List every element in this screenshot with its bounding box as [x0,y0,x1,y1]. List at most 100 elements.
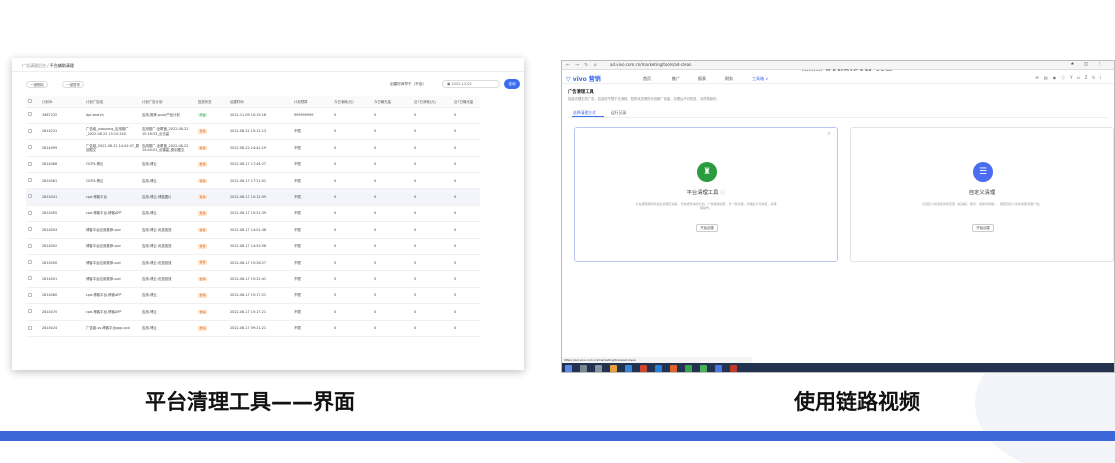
bottom-accent-bar [0,431,1115,441]
checkbox[interactable] [28,128,32,133]
status-cell: 暂停 [196,139,228,157]
table-row[interactable]: 2814099 广告组_2022-08-22 14:41:07_原创图文 应用推广-… [26,139,480,157]
row-select-cell[interactable] [26,254,40,272]
browser-nav-icons[interactable]: ← → ↻ ⌂ [566,63,598,68]
row-select-cell[interactable] [26,156,40,174]
row-select-cell[interactable] [26,188,40,206]
table-row[interactable]: 2814001 博客平台应用推荐-cpd 应用-博云-优选投放 暂停 2022-08-1… [26,270,480,288]
table-row[interactable]: 3487232 dpi-search 应用-推荐-push产品计划 开启 2022-11… [26,107,480,124]
table-row[interactable]: 2814002 博客平台应用推荐-cpd 应用-博云-优选投放 暂停 2022-08-1… [26,238,480,256]
start-icon[interactable] [565,365,572,372]
status-badge: 暂停 [198,276,208,282]
date-filter-label: 创建时间早于（不含） [390,82,426,86]
header-select-all[interactable] [26,96,40,108]
row-select-cell[interactable] [26,123,40,141]
row-select-cell[interactable] [26,172,40,190]
start-button[interactable]: 开始创建 [972,224,994,232]
divider [568,117,1108,118]
excel-icon[interactable] [685,365,692,372]
checkbox[interactable] [28,112,32,117]
nav-toolbox[interactable]: 工具箱 ∨ [752,76,768,82]
doc-icon[interactable]: ▤ [1044,75,1053,80]
checkbox[interactable] [28,194,32,199]
tab-run-records[interactable]: 运行记录 [611,110,626,116]
checkbox[interactable] [28,276,32,281]
info-icon[interactable]: ⓘ [720,190,725,196]
cell-created: 2022-08-17 09:21:21 [228,320,292,337]
wechat-icon[interactable] [700,365,707,372]
checkbox[interactable] [28,145,32,150]
browser-menu-icons[interactable]: ★ ◫ ⋮ [1070,62,1106,67]
checkbox[interactable] [28,292,32,297]
batch-pause-button[interactable]: 一键暂停 [62,81,84,88]
task-view-icon[interactable] [595,365,602,372]
row-select-cell[interactable] [26,221,40,239]
nav-promotion[interactable]: 推广 [672,76,680,82]
cell-c1: 0 [332,238,372,256]
table-row[interactable]: 2814041 cpd-博客平台 应用-博云-博蓝图片 暂停 2022-08-17 15… [26,188,480,206]
row-select-cell[interactable] [26,107,40,124]
start-button[interactable]: 开始创建 [696,224,718,232]
cell-budget: 不限 [292,123,332,141]
row-select-cell[interactable] [26,139,40,157]
cell-c2: 0 [372,238,412,256]
row-select-cell[interactable] [26,287,40,305]
row-select-cell[interactable] [26,205,40,223]
cell-c1: 0 [332,221,372,239]
batch-delete-button[interactable]: 一键删除 [26,81,48,88]
checkbox[interactable] [28,161,32,166]
row-select-cell[interactable] [26,238,40,256]
nav-home[interactable]: 首页 [643,76,651,82]
cell-c2: 0 [372,107,412,124]
query-button[interactable]: 查询 [504,79,520,89]
powerpoint-icon[interactable] [670,365,677,372]
header-icons[interactable]: ✉▤◉ⓘYuZhi [1035,75,1106,81]
cell-plan: 应用-博云 [140,156,196,174]
table-row[interactable]: 2814005 cpd-博客平台-博客APP 应用-博云 暂停 2022-08-17 1… [26,205,480,223]
checkbox[interactable] [28,260,32,264]
checkbox[interactable] [28,178,32,183]
help-icon[interactable]: ⓘ [1061,75,1070,80]
notification-icon[interactable]: ◉ [1053,75,1062,80]
checkbox[interactable] [28,243,32,248]
row-select-cell[interactable] [26,320,40,337]
date-input[interactable]: ▣ 2022-12-02 [442,80,500,88]
vivo-logo-icon: ▽ [566,76,573,83]
checkbox[interactable] [28,227,32,232]
nav-report[interactable]: 报表 [698,76,706,82]
message-icon[interactable]: ✉ [1035,75,1043,80]
checkbox[interactable] [28,325,32,330]
user-name[interactable]: YuZhi [1070,75,1106,80]
platform-clean-card[interactable]: × ♜ 平台清理工具 ⓘ 平台按照规则筛选出长期无消耗、无效或暂停的计划、广告组… [574,127,838,262]
checkbox[interactable] [28,210,32,215]
close-icon[interactable]: × [827,131,831,137]
table-row[interactable]: 2814080 cpd-博客平台-博客APP 应用-博云 暂停 2022-08-17 1… [26,287,480,305]
checkbox[interactable] [28,309,32,314]
table-row[interactable]: 2814066 OCPX-博云 应用-博云 暂停 2022-08-17 17:44:27… [26,156,480,174]
breadcrumb-parent[interactable]: 广告清理后台 [22,63,46,68]
word-icon[interactable] [655,365,662,372]
nav-finance[interactable]: 财务 [725,76,733,82]
table-row[interactable]: 2814003 博客平台应用推荐-cpd 应用-博云-优选投放 暂停 2022-08-1… [26,221,480,239]
status-cell: 暂停 [196,303,228,321]
search-icon[interactable] [580,365,587,372]
folder-icon[interactable] [610,365,617,372]
browser-icon[interactable] [715,365,722,372]
table-row[interactable]: 2814061 OCPX-博云 应用-博云 暂停 2022-08-17 17:21:01… [26,172,480,190]
checkbox[interactable] [28,98,32,103]
app-icon[interactable] [640,365,647,372]
column-header: 近7日曝光量 [452,96,480,108]
record-icon[interactable] [730,365,737,372]
row-select-cell[interactable] [26,303,40,321]
table-row[interactable]: 2814231 广告组_xiaoyang_应用推广_2022-08-22 15:1… [26,123,480,141]
vivo-logo[interactable]: ▽ vivo 营销 [566,74,601,83]
table-row[interactable]: 2814024 广告组-vs-博客平台app-cpd 应用-博云 暂停 2022-08-… [26,320,480,337]
row-select-cell[interactable] [26,270,40,288]
url-text[interactable]: ad.vivo.com.cn/marketing/tools/ad-clean [610,62,692,67]
edge-icon[interactable] [625,365,632,372]
custom-clean-card[interactable]: ☰ 自定义清理 可自定义筛选条件和范围（如消耗、曝光、创建时间等），按照自定义条… [850,127,1114,262]
cell-c2: 0 [372,172,412,190]
table-row[interactable]: 2814070 cpd-博客平台-博客APP 应用-博云 暂停 2022-08-17 1… [26,303,480,321]
table-row[interactable]: 2814000 博客平台应用推荐-cpd 应用-博云-优选投放 暂停 2022-08-1… [26,254,480,272]
cell-c1: 0 [332,139,372,157]
